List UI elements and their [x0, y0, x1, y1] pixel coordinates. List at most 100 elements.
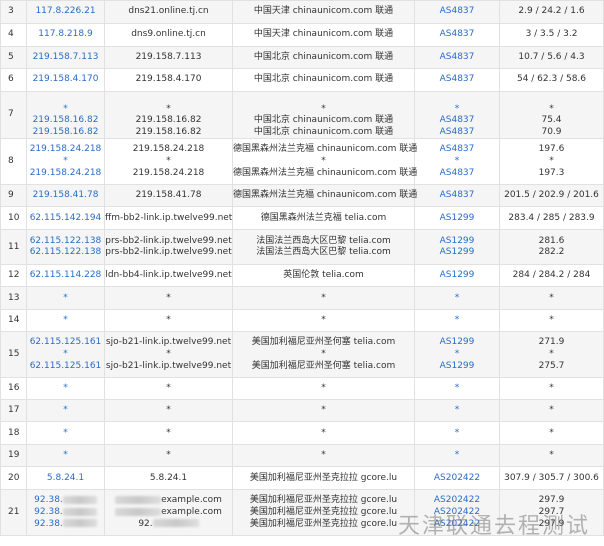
hop-asn-link[interactable]: AS4837 — [415, 115, 499, 127]
hop-location: 德国黑森州法兰克福 telia.com — [260, 212, 387, 223]
hop-location-cell: 德国黑森州法兰克福 telia.com — [232, 206, 415, 231]
hop-asn-link[interactable]: AS1299 — [415, 247, 499, 259]
hop-ip-link[interactable]: 92.38. — [27, 519, 104, 531]
hop-hostname-cell: 219.158.7.113 — [104, 46, 233, 69]
hop-hostname-cell: * — [104, 309, 233, 333]
hop-latency: * — [549, 315, 554, 326]
hop-ip-link[interactable]: 219.158.24.218 — [27, 144, 104, 156]
traceroute-body: 3 117.8.226.21 dns21.online.tj.cn 中国天津 chin… — [0, 0, 604, 537]
hop-latency: * — [549, 103, 554, 114]
hop-ip-cell: 117.8.218.9 — [26, 23, 105, 47]
hop-asn-link[interactable]: AS202422 — [415, 495, 499, 507]
hop-row: 9 219.158.41.78 219.158.41.78 德国黑森州法兰克福 chi… — [0, 184, 604, 208]
hop-location-cell: * — [232, 421, 415, 446]
hop-ip-link[interactable]: 5.8.24.1 — [27, 473, 104, 485]
hop-ip-link[interactable]: 219.158.4.170 — [27, 74, 104, 86]
hop-location — [233, 92, 414, 104]
hop-ip-link[interactable]: 117.8.226.21 — [27, 6, 104, 18]
hop-hostname: dns9.online.tj.cn — [131, 29, 206, 40]
hop-hostname — [105, 92, 232, 104]
hop-asn-link[interactable]: AS202422 — [415, 507, 499, 519]
hop-number: 20 — [0, 466, 27, 491]
hop-hostname: * — [166, 156, 171, 167]
hop-ip-link[interactable]: 219.158.24.218 — [27, 168, 104, 180]
hop-asn-link[interactable]: AS1299 — [415, 236, 499, 248]
hop-latency-cell: 297.9 297.7 297.9 — [499, 489, 604, 537]
hop-number: 11 — [0, 229, 27, 266]
hop-asn-link[interactable]: AS4837 — [415, 127, 499, 139]
hop-ip-link[interactable]: 92.38. — [27, 495, 104, 507]
hop-asn-link[interactable]: AS202422 — [415, 519, 499, 531]
hop-hostname-cell: prs-bb2-link.ip.twelve99.net prs-bb2-link… — [104, 229, 233, 266]
hop-latency: 75.4 — [541, 115, 562, 126]
hop-asn-link[interactable]: AS1299 — [415, 337, 499, 349]
hop-asn-cell: AS4837 — [414, 46, 500, 69]
hop-number: 17 — [0, 399, 27, 423]
hop-ip-link[interactable]: 219.158.41.78 — [27, 190, 104, 202]
hop-latency: 2.9 / 24.2 / 1.6 — [518, 6, 585, 17]
hop-latency-cell: 307.9 / 305.7 / 300.6 — [499, 466, 604, 491]
hop-row: 5 219.158.7.113 219.158.7.113 中国北京 chinauni… — [0, 46, 604, 69]
hop-hostname: ldn-bb4-link.ip.twelve99.net — [105, 270, 232, 281]
hop-latency-cell: 283.4 / 285 / 283.9 — [499, 206, 604, 231]
hop-latency: 282.2 — [538, 247, 565, 258]
hop-ip-link[interactable]: 62.115.114.228 — [27, 270, 104, 282]
hop-latency: 297.9 — [538, 518, 565, 529]
hop-asn-link[interactable]: AS4837 — [415, 52, 499, 64]
hop-hostname-cell: dns21.online.tj.cn — [104, 0, 233, 24]
hop-number: 4 — [0, 23, 27, 47]
hop-hostname: 219.158.16.82 — [135, 115, 202, 126]
redaction-blur — [62, 495, 97, 504]
hop-hostname: prs-bb2-link.ip.twelve99.net — [105, 247, 232, 258]
hop-ip-link[interactable]: 62.115.122.138 — [27, 247, 104, 259]
hop-asn-link[interactable]: AS1299 — [415, 213, 499, 225]
hop-ip-link: * — [63, 427, 68, 438]
hop-ip-cell: * — [26, 399, 105, 423]
hop-ip-link — [27, 92, 104, 104]
hop-asn-link[interactable]: AS1299 — [415, 270, 499, 282]
hop-hostname: prs-bb2-link.ip.twelve99.net — [105, 235, 232, 246]
hop-ip-link[interactable]: 219.158.16.82 — [27, 115, 104, 127]
hop-ip-link[interactable]: 219.158.7.113 — [27, 52, 104, 64]
hop-ip-link: * — [63, 315, 68, 326]
hop-row: 10 62.115.142.194 ffm-bb2-link.ip.twelve99… — [0, 206, 604, 231]
hop-ip-link[interactable]: 62.115.125.161 — [27, 361, 104, 373]
hop-ip-link[interactable]: 62.115.125.161 — [27, 337, 104, 349]
hop-latency-cell: 201.5 / 202.9 / 201.6 — [499, 184, 604, 208]
hop-asn-link[interactable]: AS4837 — [415, 6, 499, 18]
hop-row: 15 62.115.125.161 * 62.115.125.161 sjo-b21-l… — [0, 331, 604, 379]
hop-number: 8 — [0, 138, 27, 186]
hop-asn-cell: * — [414, 377, 500, 401]
hop-asn-cell: * AS4837 AS4837 — [414, 90, 500, 140]
hop-latency: 297.7 — [538, 507, 565, 518]
hop-hostname: 219.158.16.82 — [135, 126, 202, 137]
hop-hostname-cell: * — [104, 286, 233, 311]
hop-location: 中国北京 chinaunicom.com 联通 — [253, 51, 394, 62]
hop-asn-link: * — [454, 450, 460, 461]
redaction-blur — [115, 507, 162, 516]
hop-number: 18 — [0, 421, 27, 446]
hop-asn-link[interactable]: AS4837 — [415, 29, 499, 41]
hop-location: * — [321, 103, 326, 114]
hop-hostname-cell: ffm-bb2-link.ip.twelve99.net — [104, 206, 233, 231]
hop-asn-link[interactable]: AS1299 — [415, 361, 499, 373]
hop-ip-link[interactable]: 219.158.16.82 — [27, 127, 104, 139]
hop-asn-link[interactable]: AS202422 — [415, 473, 499, 485]
hop-latency: 297.9 — [538, 495, 565, 506]
hop-hostname-cell: example.com example.com 92. — [104, 489, 233, 537]
hop-ip-link[interactable]: 62.115.122.138 — [27, 236, 104, 248]
hop-asn-link[interactable]: AS4837 — [415, 168, 499, 180]
hop-ip-link[interactable]: 117.8.218.9 — [27, 29, 104, 41]
hop-asn-link[interactable]: AS4837 — [415, 74, 499, 86]
hop-asn-link: * — [454, 349, 460, 360]
hop-hostname-cell: * 219.158.16.82 219.158.16.82 — [104, 90, 233, 140]
hop-asn-link[interactable]: AS4837 — [415, 190, 499, 202]
hop-latency: 275.7 — [538, 360, 565, 371]
hop-hostname: * — [166, 405, 171, 416]
hop-ip-link[interactable]: 62.115.142.194 — [27, 213, 104, 225]
hop-asn-cell: AS4837 * AS4837 — [414, 138, 500, 186]
hop-latency: * — [549, 349, 554, 360]
hop-asn-link[interactable]: AS4837 — [415, 144, 499, 156]
hop-ip-link[interactable]: 92.38. — [27, 507, 104, 519]
hop-asn-cell: * — [414, 444, 500, 468]
